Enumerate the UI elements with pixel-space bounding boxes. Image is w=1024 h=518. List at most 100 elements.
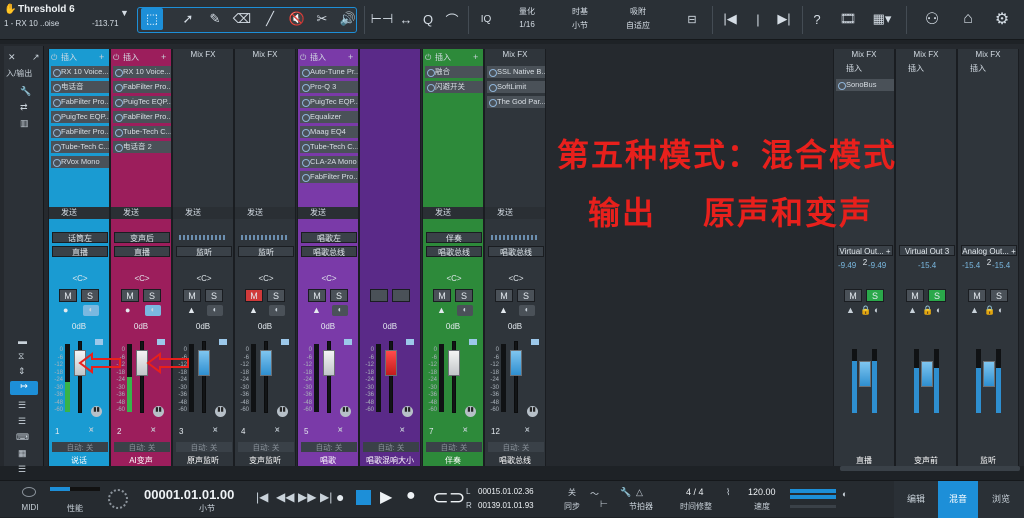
automation-mode[interactable]: 自动: 关 [301,442,357,452]
waveform-icon[interactable]: ⩙ [338,425,343,435]
solo-button[interactable]: S [866,289,884,302]
send-header[interactable]: 发送 [235,207,295,219]
output-insert-header[interactable]: 插入 [834,63,894,75]
insert-slot[interactable]: 电话音 [51,81,109,93]
output-mixfx-header[interactable]: Mix FX [834,49,894,61]
input-route[interactable]: 变声后 [114,232,170,243]
monitor-icon[interactable]: ◐ [936,305,941,315]
film-icon[interactable]: 🎞 [838,8,858,30]
insert-slot[interactable]: SoftLimit [487,81,545,93]
send-header[interactable]: 发送 [485,207,545,219]
pan-knob[interactable]: <C> [52,275,108,283]
input-route[interactable]: 伴奏 [426,232,482,243]
record-arm-icon[interactable]: ● [406,487,416,505]
channel-insert-header[interactable]: Mix FX [235,49,295,61]
forward-icon[interactable]: ▶▶ [298,490,316,504]
loop-start-icon[interactable]: |◀ [720,8,740,30]
volume-fader[interactable] [859,361,871,387]
channel-name[interactable]: 监听 [958,455,1018,466]
output-insert-header[interactable]: 插入 [958,63,1018,75]
input-monitor-icon[interactable]: ▮▮ [91,406,102,417]
insert-slot[interactable]: RX 10 Voice... [113,66,171,78]
insert-slot[interactable]: FabFilter Pro... [113,111,171,123]
click-icon[interactable]: ⌇ [726,487,730,498]
channel-insert-header[interactable]: Mix FX [173,49,233,61]
insert-slot[interactable]: Tube-Tech C... [300,141,358,153]
output-route[interactable]: 唱歌总线 [301,246,357,257]
fader-db-readout[interactable]: 0dB [111,322,171,331]
channel-name[interactable]: AI变声 [111,455,171,466]
bars-icon[interactable]: ▥ [20,118,29,129]
solo-button[interactable]: S [928,289,946,302]
pan-knob[interactable]: <C> [426,275,482,283]
output-route[interactable]: 唱歌总线 [426,246,482,257]
waveform-icon[interactable]: ⩙ [463,425,468,435]
grid-view-icon[interactable]: ▦ [18,448,27,459]
solo-button[interactable]: S [455,289,473,302]
record-enable-icon[interactable]: ● [63,305,68,315]
insert-power-icon[interactable]: ⏻ [51,53,57,63]
lock-icon[interactable]: 🔒 [922,305,933,316]
add-insert-icon[interactable]: + [473,52,478,62]
insert-slot[interactable]: Maag EQ4 [300,126,358,138]
channel-name[interactable]: 说话 [49,455,109,466]
channel-name[interactable]: 直播 [834,455,894,466]
insert-slot[interactable]: FabFilter Pro... [51,96,109,108]
output-route[interactable]: Virtual Out... + 2 [837,245,893,267]
metronome-icon[interactable]: △ [636,487,643,498]
insert-power-icon[interactable]: ⏻ [425,53,431,63]
pan-knob[interactable]: <C> [114,275,170,283]
waveform-icon[interactable]: ⩙ [151,425,156,435]
volume-fader[interactable] [921,361,933,387]
record-enable-icon[interactable]: ▲ [312,305,321,315]
monitor-icon[interactable]: ◐ [269,305,285,316]
fader-db-readout[interactable]: 0dB [298,322,358,331]
add-insert-icon[interactable]: + [348,52,353,62]
insert-slot[interactable]: FabFilter Pro... [300,171,358,183]
insert-slot[interactable]: SonoBus [836,79,894,91]
monitor-icon[interactable]: ◐ [145,305,161,316]
mute-button[interactable]: M [495,289,513,302]
send-header[interactable]: 发送 [111,207,171,219]
waveform-icon[interactable]: ⩙ [213,425,218,435]
insert-slot[interactable]: PuigTec EQP... [51,111,109,123]
insert-slot[interactable]: Tube-Tech C... [113,126,171,138]
input-monitor-icon[interactable]: ▮▮ [277,406,288,417]
volume-fader[interactable] [260,350,272,376]
browse-button[interactable]: 浏览 [978,481,1024,518]
insert-slot[interactable]: PuigTec EQP... [300,96,358,108]
volume-fader[interactable] [448,350,460,376]
record-enable-icon[interactable]: ▲ [187,305,196,315]
solo-button[interactable]: S [517,289,535,302]
marker-icon[interactable]: ▶| [774,8,794,30]
zoom-icon[interactable]: Q [418,8,438,30]
fader-db-readout[interactable]: 0dB [485,322,545,331]
time-unit[interactable]: 小节 [192,503,222,514]
output-route[interactable]: 监听 [176,246,232,257]
fader-db-readout[interactable]: 0dB [49,322,109,331]
output-mixfx-header[interactable]: Mix FX [958,49,1018,61]
channel-name[interactable]: 变声前 [896,455,956,466]
arrow-icon[interactable]: ⇄ [20,102,28,113]
metronome-settings-icon[interactable]: 🔧 [620,487,631,498]
list-view-icon[interactable]: ☰ [18,400,26,411]
help-button[interactable]: ? [808,8,826,30]
mute-button[interactable]: M [308,289,326,302]
output-route[interactable]: Analog Out... + 2 [961,245,1017,267]
loop-icon[interactable]: ⊂⊃ [432,485,466,510]
insert-slot[interactable]: FabFilter Pro... [113,81,171,93]
solo-button[interactable]: S [205,289,223,302]
volume-fader[interactable] [385,350,397,376]
collapse-icon[interactable]: ⧖ [18,351,24,362]
insert-power-icon[interactable]: ⏻ [113,53,119,63]
send-header[interactable]: 发送 [173,207,233,219]
output-route[interactable]: Virtual Out 3 [899,245,955,256]
io-label[interactable]: 入/输出 [6,68,32,79]
channel-name[interactable]: 原声监听 [173,455,233,466]
solo-button[interactable]: S [267,289,285,302]
output-insert-header[interactable]: 插入 [896,63,956,75]
mute-button[interactable]: M [906,289,924,302]
insert-slot[interactable]: SSL Native B... [487,66,545,78]
nudge-left-icon[interactable]: ⊢⊣ [371,8,394,30]
pan-knob[interactable]: <C> [176,275,232,283]
